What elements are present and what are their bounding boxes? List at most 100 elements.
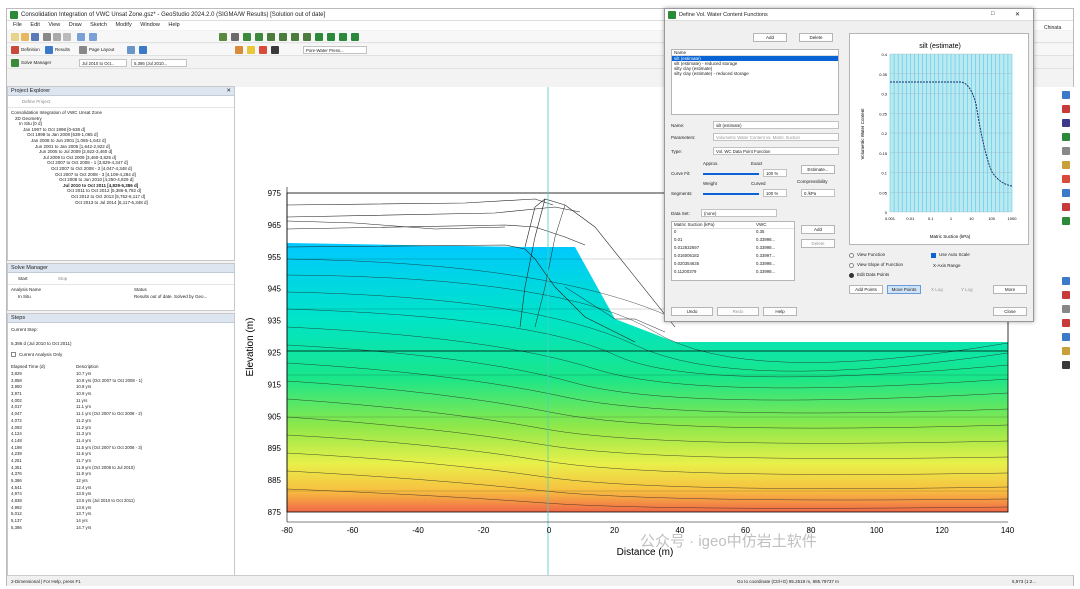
table-row[interactable]: 5,137 14 yrs <box>11 518 234 525</box>
tool-icon[interactable] <box>1062 291 1070 299</box>
draw-contours-icon[interactable] <box>235 46 243 54</box>
table-row[interactable]: 4,017 11.1 yrs <box>11 404 234 411</box>
table-row[interactable]: 4,838 13.5 yrs (Jul 2010 to Oct 2011) <box>11 498 234 505</box>
materials-icon[interactable] <box>243 33 251 41</box>
list-item[interactable]: silty clay (estimate) - reduced storage <box>672 71 838 76</box>
grid-icon[interactable] <box>1062 133 1070 141</box>
compressibility-field[interactable]: 0 /kPa <box>801 189 835 197</box>
segments-slider[interactable] <box>703 193 759 195</box>
tool-icon[interactable] <box>1062 277 1070 285</box>
menu-window[interactable]: Window <box>140 22 160 28</box>
menu-edit[interactable]: Edit <box>30 22 39 28</box>
tool-icon[interactable] <box>1062 203 1070 211</box>
tool-icon[interactable] <box>1062 361 1070 369</box>
current-analysis-checkbox[interactable] <box>11 352 16 357</box>
new-file-icon[interactable] <box>11 33 19 41</box>
tree-item[interactable]: Oct 2013 to Jul 2014 [6,117-6,348 d] <box>11 200 234 206</box>
table-row[interactable]: 4,093 11.2 yrs <box>11 425 234 432</box>
view-slope-radio[interactable] <box>849 263 854 268</box>
step-select[interactable]: Jul 2010 to Oct... <box>79 59 127 67</box>
dataset-select[interactable]: (none) <box>701 209 777 217</box>
menu-view[interactable]: View <box>48 22 60 28</box>
table-row[interactable]: 3,950 10.8 yrs <box>11 384 234 391</box>
view-icon[interactable] <box>1062 91 1070 99</box>
table-row[interactable]: 4,992 13.6 yrs <box>11 505 234 512</box>
edit-points-radio[interactable] <box>849 273 854 278</box>
parameters-select[interactable]: Volumetric Water Content vs. Matric Suct… <box>713 133 839 141</box>
contour-icon[interactable] <box>327 33 335 41</box>
table-row[interactable]: 4,198 11.5 yrs (Oct 2007 to Oct 2008 - 3) <box>11 445 234 452</box>
copy-icon[interactable] <box>63 33 71 41</box>
table-row[interactable]: 4,351 11.8 yrs (Oct 2008 to Jul 2010) <box>11 465 234 472</box>
tool-icon[interactable] <box>1062 147 1070 155</box>
tool-icon[interactable] <box>1062 333 1070 341</box>
table-row[interactable]: 4,124 11.3 yrs <box>11 431 234 438</box>
menu-modify[interactable]: Modify <box>116 22 132 28</box>
solve-manager-button[interactable]: Solve Manager <box>21 60 51 65</box>
table-row[interactable]: 4,974 13.5 yrs <box>11 491 234 498</box>
table-row[interactable]: 3,829 10.7 yrs <box>11 371 234 378</box>
delete-row-button[interactable]: Delete <box>801 239 835 248</box>
undo-button[interactable]: Undo <box>671 307 713 316</box>
curvefit-value[interactable]: 100 % <box>763 169 787 177</box>
menu-help[interactable]: Help <box>168 22 179 28</box>
table-row[interactable]: 4,239 11.6 yrs <box>11 451 234 458</box>
mesh-icon[interactable] <box>267 33 275 41</box>
history-icon[interactable] <box>303 33 311 41</box>
table-row[interactable]: 5,386 12 yrs <box>11 478 234 485</box>
data-row[interactable]: 0.016006182 0.33997... <box>672 253 794 261</box>
table-row[interactable]: 4,541 12.4 yrs <box>11 485 234 492</box>
tool-icon[interactable] <box>1062 189 1070 197</box>
page-layout-button[interactable]: Page Layout <box>89 47 114 52</box>
redo-button[interactable]: Redo <box>717 307 759 316</box>
data-row[interactable]: 0.01 0.33998... <box>672 237 794 245</box>
vectors-icon[interactable] <box>339 33 347 41</box>
data-row[interactable]: 0.012632697 0.33998... <box>672 245 794 253</box>
analysis-row-name[interactable]: In Situ <box>18 294 31 299</box>
open-file-icon[interactable] <box>21 33 29 41</box>
data-row[interactable]: 0.020354635 0.33998... <box>672 261 794 269</box>
table-row[interactable]: 3,858 10.8 yrs (Oct 2007 to Oct 2008 - 1) <box>11 378 234 385</box>
draw-region-icon[interactable] <box>219 33 227 41</box>
table-row[interactable]: 4,148 11.4 yrs <box>11 438 234 445</box>
tool-icon[interactable] <box>1062 119 1070 127</box>
time-select[interactable]: 5,386 (Jul 2010... <box>131 59 187 67</box>
undo-icon[interactable] <box>77 33 85 41</box>
add-points-button[interactable]: Add Points <box>849 285 883 294</box>
tool-icon[interactable] <box>1062 319 1070 327</box>
graph-icon[interactable] <box>1062 105 1070 113</box>
y-log-checkbox[interactable]: Y Log <box>961 287 973 292</box>
auto-scale-checkbox[interactable] <box>931 253 936 258</box>
data-row[interactable]: 0 0.35 <box>672 229 794 237</box>
tool-icon[interactable] <box>1062 175 1070 183</box>
table-row[interactable]: 4,047 11.1 yrs (Oct 2007 to Oct 2008 - 2) <box>11 411 234 418</box>
menu-file[interactable]: File <box>13 22 22 28</box>
delete-function-button[interactable]: Delete <box>799 33 833 42</box>
curvefit-slider[interactable] <box>703 173 759 175</box>
help-button[interactable]: Help <box>763 307 797 316</box>
isoline-icon[interactable] <box>351 33 359 41</box>
tool-icon[interactable] <box>1062 161 1070 169</box>
menu-draw[interactable]: Draw <box>69 22 82 28</box>
pin-icon[interactable]: ✕ <box>226 87 231 96</box>
tool-icon[interactable] <box>1062 305 1070 313</box>
type-select[interactable]: Vol. WC Data Point Function <box>713 147 839 155</box>
stop-button[interactable]: Stop <box>58 276 67 281</box>
start-button[interactable]: Start <box>18 276 28 281</box>
move-points-button[interactable]: Move Points <box>887 285 921 294</box>
table-row[interactable]: 5,386 14.7 yrs <box>11 525 234 532</box>
segments-value[interactable]: 100 % <box>763 189 787 197</box>
table-row[interactable]: 5,012 13.7 yrs <box>11 511 234 518</box>
table-row[interactable]: 4,376 11.9 yrs <box>11 471 234 478</box>
add-function-button[interactable]: Add <box>753 33 787 42</box>
redo-icon[interactable] <box>89 33 97 41</box>
definition-button[interactable]: Definition <box>21 47 40 52</box>
result-type-select[interactable]: Pore-Water Press... <box>303 46 367 54</box>
results-button[interactable]: Results <box>55 47 70 52</box>
define-project-button[interactable]: Define Project <box>22 99 50 104</box>
more-button[interactable]: More <box>993 285 1027 294</box>
select-icon[interactable] <box>127 46 135 54</box>
cut-icon[interactable] <box>53 33 61 41</box>
zoom-icon[interactable] <box>139 46 147 54</box>
graph-icon[interactable] <box>315 33 323 41</box>
